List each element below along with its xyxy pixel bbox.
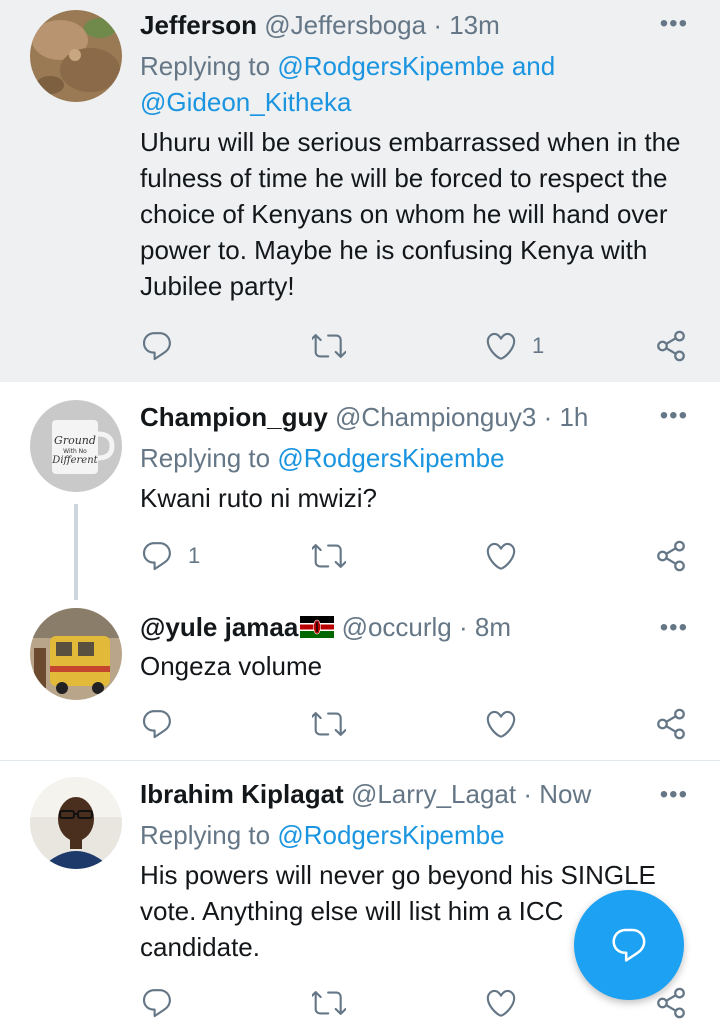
display-name[interactable]: Ibrahim Kiplagat <box>140 779 344 809</box>
avatar[interactable] <box>30 10 122 102</box>
like-count: 1 <box>532 333 545 358</box>
thread-line <box>74 504 78 600</box>
like-icon <box>484 986 518 1020</box>
reply-button[interactable] <box>140 704 174 744</box>
share-button[interactable] <box>654 326 688 366</box>
timestamp[interactable]: 8m <box>475 612 511 642</box>
reply-icon <box>140 707 174 741</box>
separator: · <box>459 612 468 642</box>
share-icon <box>654 539 688 573</box>
like-icon <box>484 539 518 573</box>
reply-count: 1 <box>188 543 201 568</box>
display-name[interactable]: Jefferson <box>140 10 257 40</box>
avatar-text: With No <box>63 448 87 455</box>
like-button[interactable] <box>484 704 518 744</box>
like-icon <box>484 707 518 741</box>
share-button[interactable] <box>654 536 688 576</box>
tweet-text: Ongeza volume <box>140 651 323 681</box>
compose-reply-icon <box>612 928 646 962</box>
avatar-text: Ground <box>54 434 96 447</box>
share-button[interactable] <box>654 704 688 744</box>
like-icon <box>484 329 518 363</box>
avatar[interactable] <box>30 608 122 700</box>
tweet-header: Ibrahim Kiplagat @Larry_Lagat · Now <box>140 777 690 811</box>
user-handle: @Championguy3 <box>335 402 537 432</box>
retweet-icon <box>312 986 346 1020</box>
reply-button[interactable]: 1 <box>140 536 200 576</box>
timestamp[interactable]: 1h <box>559 402 588 432</box>
replying-prefix: Replying to <box>140 51 271 81</box>
retweet-button[interactable] <box>312 536 346 576</box>
avatar-text: Different <box>51 455 98 466</box>
tweet-text: Uhuru will be serious embarrassed when i… <box>140 127 681 301</box>
avatar[interactable] <box>30 777 122 869</box>
separator: · <box>543 402 553 432</box>
timestamp[interactable]: 13m <box>449 10 500 40</box>
mention-link[interactable]: @RodgersKipembe <box>277 443 504 473</box>
reply-icon <box>140 986 174 1020</box>
timestamp[interactable]: Now <box>539 779 591 809</box>
user-handle: @Jeffersboga <box>264 10 427 40</box>
like-button[interactable] <box>484 536 518 576</box>
reply-button[interactable] <box>140 326 174 366</box>
display-name[interactable]: Champion_guy <box>140 402 328 432</box>
share-icon <box>654 707 688 741</box>
compose-reply-button[interactable] <box>574 890 684 1000</box>
mention-link[interactable]: @Gideon_Kitheka <box>140 87 351 117</box>
separator: · <box>433 10 442 40</box>
tweet-champion-guy[interactable]: Ground With No Different ••• Champion_gu… <box>0 382 720 600</box>
display-name[interactable]: @yule jamaa <box>140 612 298 642</box>
kenya-flag-icon <box>300 616 335 638</box>
share-icon <box>654 329 688 363</box>
separator: · <box>523 779 532 809</box>
retweet-button[interactable] <box>312 983 346 1023</box>
user-handle: @occurlg <box>341 612 452 642</box>
user-handle: @Larry_Lagat <box>350 779 517 809</box>
retweet-icon <box>312 707 346 741</box>
share-icon <box>654 986 688 1020</box>
like-button[interactable] <box>484 983 518 1023</box>
avatar[interactable]: Ground With No Different <box>30 400 122 492</box>
reply-icon <box>140 329 174 363</box>
tweet-header: @yule jamaa @occurlg · 8m <box>140 610 690 644</box>
mention-link[interactable]: @RodgersKipembe <box>277 820 504 850</box>
retweet-icon <box>312 539 346 573</box>
tweet-jefferson[interactable]: ••• Jefferson @Jeffersboga · 13m Replyin… <box>0 0 720 382</box>
tweet-yule-jamaa[interactable]: ••• @yule jamaa @occurlg · 8m Ongeza vol… <box>0 600 720 758</box>
retweet-button[interactable] <box>312 704 346 744</box>
reply-button[interactable] <box>140 983 174 1023</box>
replying-to: Replying to @RodgersKipembe <box>140 440 690 476</box>
mention-link[interactable]: @RodgersKipembe and <box>277 51 555 81</box>
tweet-text: Kwani ruto ni mwizi? <box>140 483 377 513</box>
replying-to: Replying to @RodgersKipembe <box>140 817 690 853</box>
tweet-header: Champion_guy @Championguy3 · 1h <box>140 400 690 434</box>
like-button[interactable]: 1 <box>484 326 544 366</box>
retweet-icon <box>312 329 346 363</box>
reply-icon <box>140 539 174 573</box>
replying-prefix: Replying to <box>140 820 271 850</box>
retweet-button[interactable] <box>312 326 346 366</box>
replying-prefix: Replying to <box>140 443 271 473</box>
tweet-header: Jefferson @Jeffersboga · 13m <box>140 8 690 42</box>
replying-to: Replying to @RodgersKipembe and @Gideon_… <box>140 48 690 120</box>
